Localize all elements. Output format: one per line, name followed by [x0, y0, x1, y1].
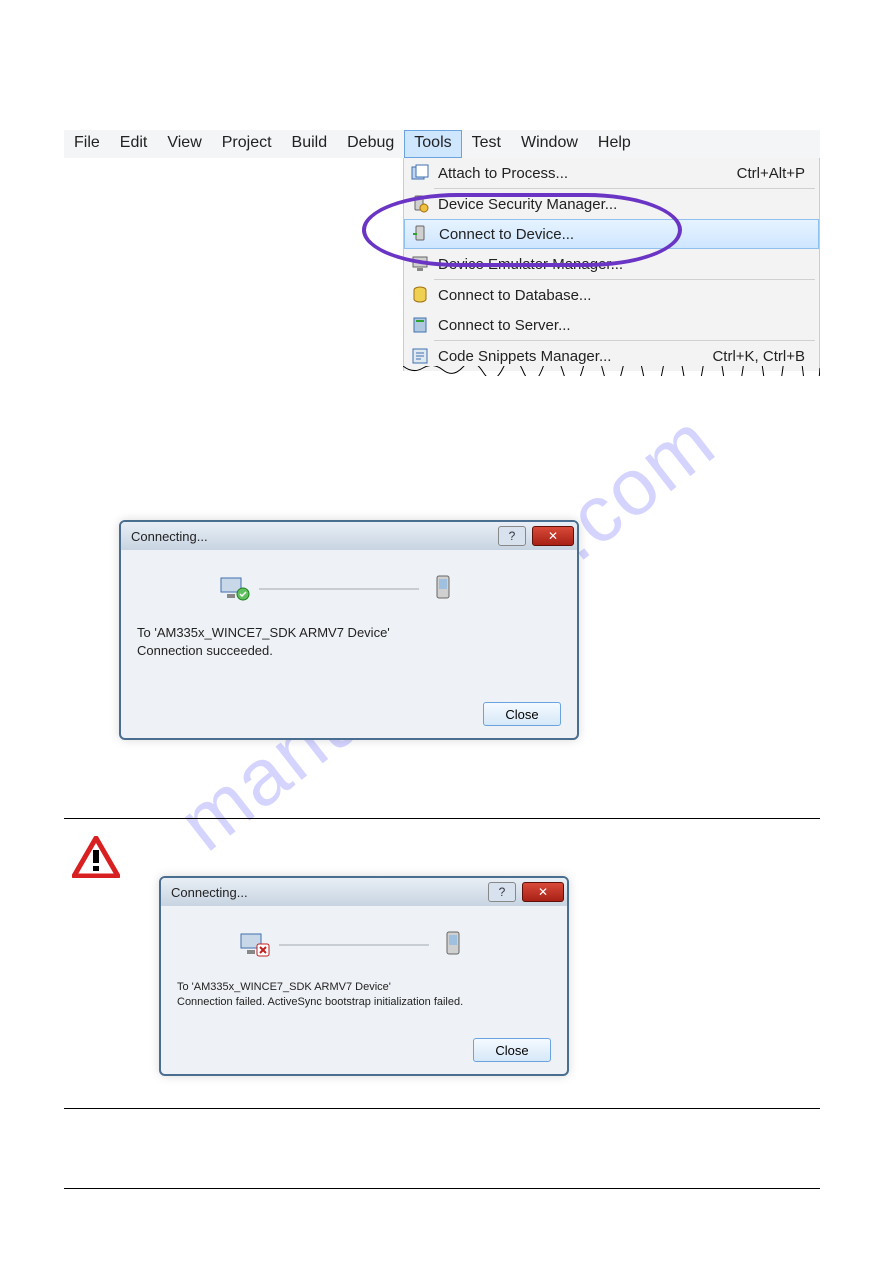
dialog-message-line1: To 'AM335x_WINCE7_SDK ARMV7 Device' [177, 980, 551, 995]
connecting-dialog-success: Connecting... ? ✕ To 'AM335x_WINCE7_SDK … [119, 520, 579, 740]
titlebar-help-button[interactable]: ? [498, 526, 526, 546]
device-icon [437, 928, 471, 962]
titlebar: Connecting... ? ✕ [121, 522, 577, 550]
connect-server-icon [410, 315, 430, 335]
tools-dropdown: Attach to Process... Ctrl+Alt+P Device S… [403, 158, 820, 371]
torn-edge [403, 363, 820, 373]
device-icon [427, 572, 461, 606]
menu-help[interactable]: Help [588, 130, 641, 158]
menu-item-label: Connect to Server... [438, 317, 819, 334]
close-button[interactable]: Close [483, 702, 561, 726]
menu-test[interactable]: Test [462, 130, 511, 158]
menu-device-emulator-manager[interactable]: Device Emulator Manager... [404, 249, 819, 279]
titlebar-help-button[interactable]: ? [488, 882, 516, 902]
dialog-title: Connecting... [161, 885, 485, 900]
titlebar: Connecting... ? ✕ [161, 878, 567, 906]
menu-tools[interactable]: Tools [404, 130, 461, 158]
close-button[interactable]: Close [473, 1038, 551, 1062]
menu-connect-to-device[interactable]: Connect to Device... [404, 219, 819, 249]
menu-file[interactable]: File [64, 130, 110, 158]
menu-build[interactable]: Build [282, 130, 338, 158]
warning-icon [72, 836, 120, 878]
menu-connect-to-database[interactable]: Connect to Database... [404, 280, 819, 310]
device-security-icon [410, 194, 430, 214]
menu-item-label: Device Emulator Manager... [438, 256, 819, 273]
connection-graphic [177, 928, 551, 962]
divider [64, 818, 820, 819]
menu-item-shortcut: Ctrl+K, Ctrl+B [712, 348, 819, 365]
computer-icon [217, 572, 251, 606]
titlebar-close-button[interactable]: ✕ [522, 882, 564, 902]
computer-error-icon [237, 928, 271, 962]
attach-process-icon [410, 163, 430, 183]
menubar: File Edit View Project Build Debug Tools… [64, 130, 820, 158]
menu-debug[interactable]: Debug [337, 130, 404, 158]
dialog-message-line2: Connection succeeded. [137, 642, 561, 660]
titlebar-close-button[interactable]: ✕ [532, 526, 574, 546]
dialog-message-line1: To 'AM335x_WINCE7_SDK ARMV7 Device' [137, 624, 561, 642]
menu-attach-to-process[interactable]: Attach to Process... Ctrl+Alt+P [404, 158, 819, 188]
divider [64, 1108, 820, 1109]
divider [64, 1188, 820, 1189]
menu-connect-to-server[interactable]: Connect to Server... [404, 310, 819, 340]
connect-database-icon [410, 285, 430, 305]
connection-graphic [137, 572, 561, 606]
menu-item-label: Connect to Device... [439, 226, 818, 243]
menu-window[interactable]: Window [511, 130, 588, 158]
menu-item-shortcut: Ctrl+Alt+P [737, 165, 819, 182]
menu-item-label: Device Security Manager... [438, 196, 819, 213]
dialog-title: Connecting... [121, 529, 495, 544]
dialog-message-line2: Connection failed. ActiveSync bootstrap … [177, 995, 551, 1010]
menu-item-label: Code Snippets Manager... [438, 348, 712, 365]
menu-item-label: Attach to Process... [438, 165, 737, 182]
device-emulator-icon [410, 254, 430, 274]
menu-view[interactable]: View [157, 130, 211, 158]
connect-device-icon [411, 224, 431, 244]
connecting-dialog-failure: Connecting... ? ✕ To 'AM335x_WINCE7_SDK … [159, 876, 569, 1076]
menu-edit[interactable]: Edit [110, 130, 158, 158]
menu-project[interactable]: Project [212, 130, 282, 158]
menu-item-label: Connect to Database... [438, 287, 819, 304]
menu-device-security-manager[interactable]: Device Security Manager... [404, 189, 819, 219]
